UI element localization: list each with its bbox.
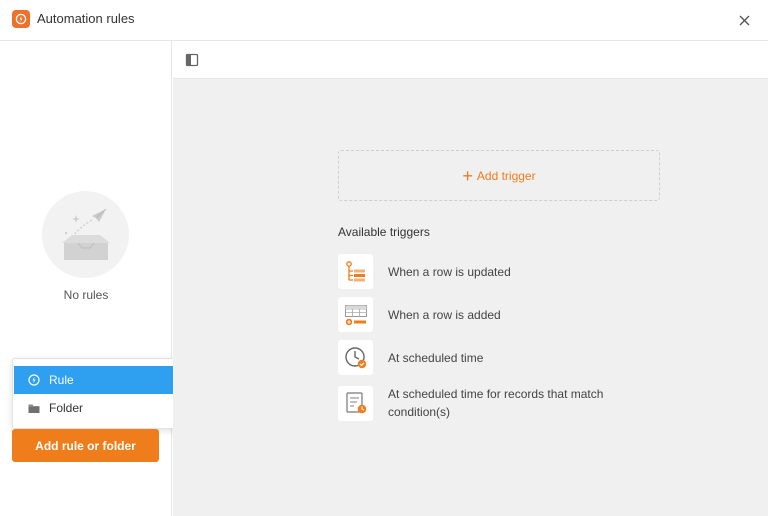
dialog-header: Automation rules [0,0,768,41]
trigger-row-added[interactable]: When a row is added [338,297,668,332]
close-button[interactable] [734,10,754,30]
clock-icon [338,340,373,375]
close-icon [739,15,749,25]
add-trigger-button[interactable]: + Add trigger [338,150,660,201]
trigger-label: When a row is added [388,307,501,322]
automation-app-icon [12,10,30,28]
rule-editor-panel: + Add trigger Available triggers When a … [173,41,768,516]
trigger-label: When a row is updated [388,264,511,279]
empty-state-text: No rules [63,288,109,302]
add-rule-or-folder-button[interactable]: Add rule or folder [12,429,159,462]
menu-item-rule[interactable]: Rule [14,366,188,394]
folder-icon [28,402,40,414]
scheduled-condition-icon [338,385,373,421]
trigger-scheduled-time[interactable]: At scheduled time [338,340,668,375]
plus-icon: + [462,165,473,186]
lightning-icon [28,374,40,386]
menu-item-label: Rule [49,373,74,387]
row-updated-icon [338,254,373,289]
add-trigger-label: Add trigger [476,168,536,183]
add-menu-dropdown: Rule Folder [12,358,188,429]
menu-item-label: Folder [49,401,84,415]
available-triggers-heading: Available triggers [338,225,430,239]
dialog-title: Automation rules [37,11,135,26]
sidebar-toggle-icon [185,53,199,67]
row-added-icon [338,297,373,332]
empty-box-illustration [42,191,129,278]
menu-item-folder[interactable]: Folder [14,394,188,422]
editor-toolbar [173,41,768,79]
trigger-scheduled-condition[interactable]: At scheduled time for records that match… [338,385,668,421]
sidebar-toggle-button[interactable] [185,53,199,67]
trigger-label: At scheduled time for records that match… [388,387,604,419]
trigger-row-updated[interactable]: When a row is updated [338,254,668,289]
trigger-label: At scheduled time [388,350,484,365]
